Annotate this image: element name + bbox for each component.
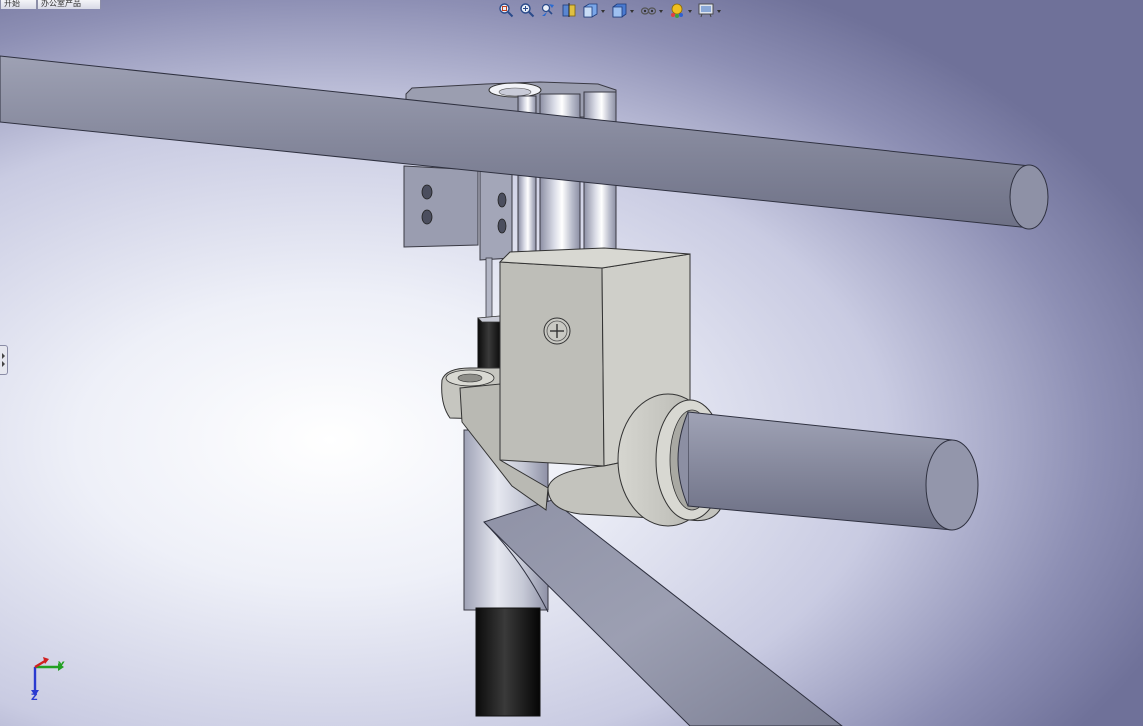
zoom-to-fit-icon [499,3,514,18]
chevron-right-icon [2,361,5,367]
model-view[interactable] [0,0,1143,726]
previous-view-icon [541,3,554,16]
view-orientation-button[interactable] [581,1,607,19]
zoom-to-area-icon [520,3,535,18]
triad-z-label: Z [31,693,38,703]
reference-triad: Y Z [26,654,72,706]
document-tabs: 开始 办公室产品 [0,0,101,9]
section-view-button[interactable] [560,1,578,19]
document-tab[interactable]: 开始 [0,0,37,9]
zoom-to-area-button[interactable] [518,1,536,19]
graphics-area[interactable]: 开始 办公室产品 Y Z [0,0,1143,726]
view-orientation-icon [583,3,605,18]
zoom-to-fit-button[interactable] [497,1,515,19]
heads-up-view-toolbar [497,0,723,20]
display-style-button[interactable] [610,1,636,19]
apply-scene-icon [698,3,721,18]
document-tab[interactable]: 办公室产品 [37,0,101,9]
edit-appearance-icon [671,3,692,18]
display-style-icon [612,3,634,18]
triad-y-label: Y [58,661,65,671]
apply-scene-button[interactable] [697,1,723,19]
previous-view-button[interactable] [539,1,557,19]
chevron-right-icon [2,353,5,359]
hide-show-items-button[interactable] [639,1,665,19]
hide-show-items-icon [640,7,663,15]
expand-panel-handle[interactable] [0,345,8,375]
right-tube [677,411,979,531]
edit-appearance-button[interactable] [668,1,694,19]
section-view-icon [562,3,576,17]
